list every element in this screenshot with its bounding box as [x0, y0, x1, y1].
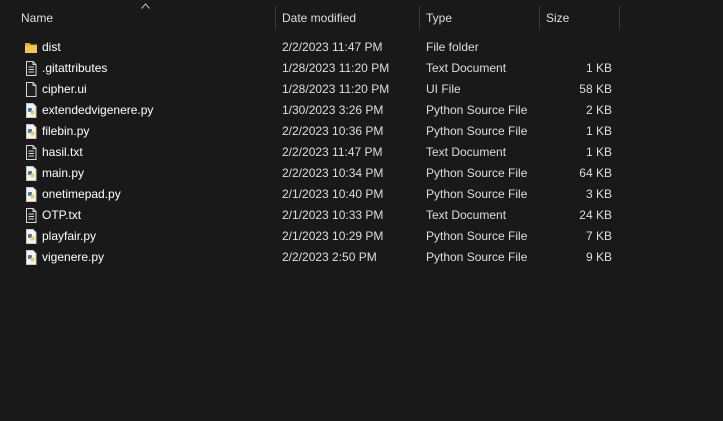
file-size: 58 KB [579, 82, 612, 96]
python-file-icon [24, 124, 38, 139]
file-size: 9 KB [585, 250, 612, 264]
python-file-icon [24, 187, 38, 202]
column-divider[interactable] [619, 6, 620, 30]
file-list: dist 2/2/2023 11:47 PM File folder .gitattr… [0, 37, 723, 268]
file-date-modified: 2/1/2023 10:40 PM [282, 187, 384, 201]
file-name: vigenere.py [42, 250, 105, 264]
file-type: Text Document [426, 61, 507, 75]
file-row[interactable]: filebin.py 2/2/2023 10:36 PM Python Source… [0, 121, 723, 142]
file-date-modified: 2/2/2023 11:47 PM [282, 145, 383, 159]
file-size: 24 KB [579, 208, 612, 222]
blank-file-icon [24, 82, 38, 97]
file-row[interactable]: hasil.txt 2/2/2023 11:47 PM Text Document 1… [0, 142, 723, 163]
file-name: OTP.txt [42, 208, 82, 222]
file-row[interactable]: OTP.txt 2/1/2023 10:33 PM Text Document 24 … [0, 205, 723, 226]
file-row[interactable]: playfair.py 2/1/2023 10:29 PM Python Sourc… [0, 226, 723, 247]
file-date-modified: 1/28/2023 11:20 PM [282, 82, 390, 96]
file-row[interactable]: onetimepad.py 2/1/2023 10:40 PM Python Sou… [0, 184, 723, 205]
file-type: Python Source File [426, 103, 528, 117]
file-name: .gitattributes [42, 61, 108, 75]
python-file-icon [24, 103, 38, 118]
file-name: dist [42, 40, 61, 54]
file-name: onetimepad.py [42, 187, 121, 201]
file-date-modified: 1/30/2023 3:26 PM [282, 103, 384, 117]
file-row[interactable]: .gitattributes 1/28/2023 11:20 PM Text Doc… [0, 58, 723, 79]
file-size: 2 KB [585, 103, 612, 117]
file-type: Python Source File [426, 124, 528, 138]
file-name: playfair.py [42, 229, 97, 243]
file-size: 3 KB [585, 187, 612, 201]
file-row[interactable]: main.py 2/2/2023 10:34 PM Python Source Fi… [0, 163, 723, 184]
file-type: UI File [426, 82, 461, 96]
file-size: 7 KB [585, 229, 612, 243]
file-type: Text Document [426, 208, 507, 222]
file-type: File folder [426, 40, 479, 54]
text-file-icon [24, 145, 38, 160]
column-header-name[interactable]: Name [15, 6, 275, 30]
column-header-size[interactable]: Size [540, 6, 619, 30]
file-date-modified: 2/1/2023 10:33 PM [282, 208, 384, 222]
text-file-icon [24, 208, 38, 223]
file-explorer-view: Name Date modified Type Size dist 2/2/202… [0, 0, 723, 421]
file-date-modified: 2/2/2023 2:50 PM [282, 250, 377, 264]
file-type: Python Source File [426, 166, 528, 180]
column-header-type[interactable]: Type [420, 6, 539, 30]
file-row[interactable]: vigenere.py 2/2/2023 2:50 PM Python Source… [0, 247, 723, 268]
file-date-modified: 2/2/2023 10:36 PM [282, 124, 384, 138]
python-file-icon [24, 250, 38, 265]
file-row[interactable]: extendedvigenere.py 1/30/2023 3:26 PM Pyth… [0, 100, 723, 121]
python-file-icon [24, 229, 38, 244]
file-date-modified: 1/28/2023 11:20 PM [282, 61, 390, 75]
file-row[interactable]: dist 2/2/2023 11:47 PM File folder [0, 37, 723, 58]
file-name: filebin.py [42, 124, 90, 138]
file-name: hasil.txt [42, 145, 83, 159]
file-date-modified: 2/1/2023 10:29 PM [282, 229, 384, 243]
folder-icon [24, 40, 38, 55]
python-file-icon [24, 166, 38, 181]
file-size: 1 KB [585, 145, 612, 159]
file-row[interactable]: cipher.ui 1/28/2023 11:20 PM UI File 58 KB [0, 79, 723, 100]
file-name: extendedvigenere.py [42, 103, 154, 117]
file-type: Python Source File [426, 250, 528, 264]
file-size [540, 37, 612, 58]
file-size: 1 KB [585, 124, 612, 138]
text-file-icon [24, 61, 38, 76]
file-type: Python Source File [426, 187, 528, 201]
file-date-modified: 2/2/2023 10:34 PM [282, 166, 384, 180]
column-header-bar: Name Date modified Type Size [0, 0, 723, 31]
file-size: 64 KB [579, 166, 612, 180]
file-name: main.py [42, 166, 85, 180]
file-date-modified: 2/2/2023 11:47 PM [282, 40, 383, 54]
column-header-date-modified[interactable]: Date modified [276, 6, 419, 30]
file-type: Text Document [426, 145, 507, 159]
file-name: cipher.ui [42, 82, 87, 96]
file-type: Python Source File [426, 229, 528, 243]
file-size: 1 KB [585, 61, 612, 75]
